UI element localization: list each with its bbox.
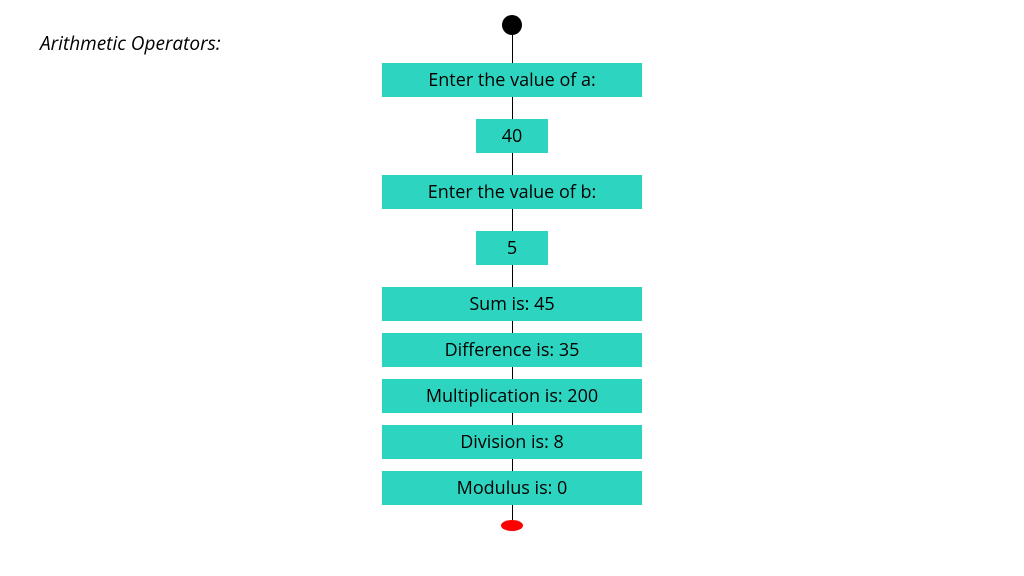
connector	[512, 367, 513, 379]
step-sum: Sum is: 45	[382, 287, 642, 321]
step-prompt-b: Enter the value of b:	[382, 175, 642, 209]
connector	[512, 459, 513, 471]
step-modulus: Modulus is: 0	[382, 471, 642, 505]
step-value-b: 5	[476, 231, 548, 265]
connector	[512, 97, 513, 119]
step-multiplication: Multiplication is: 200	[382, 379, 642, 413]
step-division: Division is: 8	[382, 425, 642, 459]
connector	[512, 505, 513, 520]
step-difference: Difference is: 35	[382, 333, 642, 367]
connector	[512, 413, 513, 425]
connector	[512, 153, 513, 175]
step-prompt-a: Enter the value of a:	[382, 63, 642, 97]
start-node	[502, 15, 522, 35]
connector	[512, 209, 513, 231]
step-value-a: 40	[476, 119, 548, 153]
connector	[512, 265, 513, 287]
connector	[512, 35, 513, 63]
end-node	[501, 520, 523, 531]
flowchart: Enter the value of a: 40 Enter the value…	[0, 15, 1024, 531]
connector	[512, 321, 513, 333]
